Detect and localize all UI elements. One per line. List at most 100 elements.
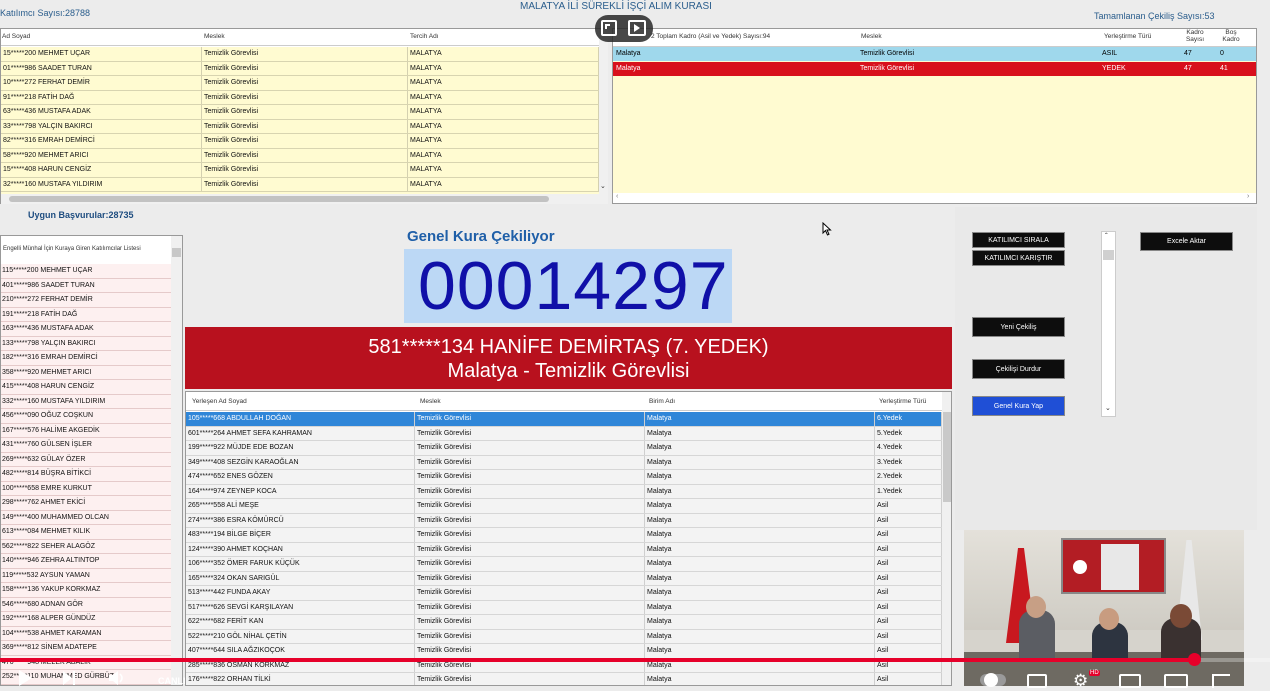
sort-participants-button[interactable]: KATILIMCI SIRALA [972,232,1065,248]
volume-icon[interactable] [108,670,126,686]
col-header-empty-quota[interactable]: Boş Kadro [1220,29,1242,43]
list-item[interactable]: 140*****946 ZEHRA ALTINTOP [1,554,171,569]
col-header-placement-type[interactable]: Yerleştirme Türü [1104,33,1151,40]
list-item[interactable]: 431*****760 GÜLSEN İŞLER [1,438,171,453]
list-item[interactable]: 115*****200 MEHMET UÇAR [1,264,171,279]
participant-row[interactable]: 91*****218 FATİH DAĞ Temizlik Görevlisi MA… [1,90,599,105]
general-draw-button[interactable]: Genel Kura Yap [972,396,1065,416]
list-item[interactable]: 210*****272 FERHAT DEMİR [1,293,171,308]
export-excel-button[interactable]: Excele Aktar [1140,232,1233,251]
list-item[interactable]: 167*****576 HALİME AKGEDİK [1,424,171,438]
table-row[interactable]: 164*****974 ZEYNEP KOCA Temizlik Görevlis… [186,484,942,499]
participant-row[interactable]: 15*****200 MEHMET UÇAR Temizlik Görevlisi… [1,47,599,62]
col-header-profession[interactable]: Meslek [861,33,882,40]
participant-profession: Temizlik Görevlisi [202,90,408,104]
eligible-list-panel[interactable]: Engelli Münhal İçin Kuraya Giren Katılım… [0,235,183,686]
new-draw-button[interactable]: Yeni Çekiliş [972,317,1065,337]
chevron-down-icon[interactable]: ⌄ [1105,404,1111,412]
autoplay-icon[interactable] [628,20,646,36]
control-scroll-list[interactable]: ˆ ⌄ [1101,231,1116,417]
participant-row[interactable]: 58*****920 MEHMET ARICI Temizlik Görevlis… [1,148,599,163]
quota-row-asil[interactable]: Malatya Temizlik Görevlisi ASIL 47 0 [613,47,1256,61]
shuffle-participants-button[interactable]: KATILIMCI KARIŞTIR [972,250,1065,266]
col-header-placement-type[interactable]: Yerleştirme Türü [879,398,926,405]
col-header-preference[interactable]: Tercih Adı [410,33,439,40]
table-row[interactable]: 165*****324 OKAN SARIGÜL Temizlik Görevli… [186,571,942,586]
list-item[interactable]: 104*****538 AHMET KARAMAN [1,627,171,641]
live-camera-video[interactable] [964,530,1244,686]
table-row[interactable]: 274*****386 ESRA KÖMÜRCÜ Temizlik Görevli… [186,513,942,528]
list-item[interactable]: 298*****762 AHMET EKİCİ [1,496,171,511]
col-header-profession[interactable]: Meslek [420,398,441,405]
live-badge[interactable]: CANLI [158,676,186,686]
vertical-scrollbar[interactable]: ⌄ [599,29,608,204]
list-item[interactable]: 182*****316 EMRAH DEMİRCİ [1,351,171,366]
table-row[interactable]: 265*****558 ALİ MEŞE Temizlik Görevlisi Ma… [186,499,942,514]
placed-unit: Malatya [645,441,875,455]
list-item[interactable]: 133*****798 YALÇIN BAKIRCI [1,337,171,351]
table-row[interactable]: 517*****626 SEVGİ KARŞILAYAN Temizlik Gör… [186,600,942,615]
participant-row[interactable]: 01*****986 SAADET TURAN Temizlik Görevlis… [1,61,599,76]
table-row[interactable]: 105*****668 ABDULLAH DOĞAN Temizlik Görev… [186,412,942,427]
player-progress-track[interactable] [0,653,1270,666]
chevron-down-icon[interactable]: ⌄ [600,182,606,190]
list-item[interactable]: 369*****812 SİNEM ADATEPE [1,641,171,656]
list-item[interactable]: 358*****920 MEHMET ARICI [1,366,171,380]
table-row[interactable]: 601*****264 AHMET SEFA KAHRAMAN Temizlik … [186,426,942,441]
participant-row[interactable]: 82*****316 EMRAH DEMİRCİ Temizlik Görevli… [1,134,599,149]
horizontal-scrollbar[interactable] [1,194,599,204]
participant-row[interactable]: 15*****408 HARUN CENGİZ Temizlik Görevlis… [1,163,599,178]
autoplay-toggle[interactable] [980,673,1006,687]
list-item[interactable]: 613*****084 MEHMET KILIK [1,525,171,540]
quota-table[interactable]: 2 Toplam Kadro (Asil ve Yedek) Sayısı:94… [612,28,1257,204]
list-item[interactable]: 100*****658 EMRE KURKUT [1,482,171,496]
list-item[interactable]: 191*****218 FATİH DAĞ [1,308,171,322]
col-header-name[interactable]: Ad Soyad [2,33,30,40]
list-item[interactable]: 415*****408 HARUN CENGİZ [1,380,171,395]
list-item[interactable]: 482*****814 BÜŞRA BİTİKCİ [1,467,171,482]
quota-row-yedek[interactable]: Malatya Temizlik Görevlisi YEDEK 47 41 [613,62,1256,76]
participant-row[interactable]: 63*****436 MUSTAFA ADAK Temizlik Görevlis… [1,105,599,120]
exit-fullscreen-icon[interactable] [601,20,617,36]
table-row[interactable]: 474*****652 ENES GÖZEN Temizlik Görevlisi… [186,470,942,485]
table-row[interactable]: 522*****210 GÖL NİHAL ÇETİN Temizlik Göre… [186,629,942,644]
list-item[interactable]: 269*****632 GÜLAY ÖZER [1,453,171,467]
list-item[interactable]: 192*****168 ALPER GÜNDÜZ [1,612,171,627]
col-header-placed-name[interactable]: Yerleşen Ad Soyad [192,398,247,405]
horizontal-scrollbar[interactable]: ‹ › [613,193,1256,203]
participants-table[interactable]: Ad Soyad Meslek Tercih Adı 15*****200 ME… [0,28,608,204]
table-row[interactable]: 407*****644 SILA AĞZIKOÇOK Temizlik Görev… [186,644,942,659]
settings-icon[interactable]: ⚙ [1073,671,1088,691]
table-row[interactable]: 199*****922 MÜJDE EDE BOZAN Temizlik Göre… [186,441,942,456]
list-item[interactable]: 562*****822 SEHER ALAGÖZ [1,540,171,554]
next-icon[interactable] [62,670,76,686]
col-header-unit[interactable]: Birim Adı [649,398,675,405]
table-row[interactable]: 176*****822 ORHAN TİLKİ Temizlik Görevlis… [186,673,942,685]
stop-draw-button[interactable]: Çekilişi Durdur [972,359,1065,379]
vertical-scrollbar[interactable] [171,236,182,685]
list-item[interactable]: 332*****160 MUSTAFA YILDIRIM [1,395,171,409]
table-row[interactable]: 106*****352 ÖMER FARUK KÜÇÜK Temizlik Gör… [186,557,942,572]
list-item[interactable]: 546*****680 ADNAN GÖR [1,598,171,612]
chevron-up-icon[interactable]: ˆ [1105,232,1108,241]
participant-row[interactable]: 32*****160 MUSTAFA YILDIRIM Temizlik Göre… [1,177,599,192]
table-row[interactable]: 622*****682 FERİT KAN Temizlik Görevlisi M… [186,615,942,630]
list-item[interactable]: 456*****090 OĞUZ COŞKUN [1,409,171,424]
placed-table[interactable]: Yerleşen Ad Soyad Meslek Birim Adı Yerle… [185,391,952,686]
list-item[interactable]: 163*****436 MUSTAFA ADAK [1,322,171,337]
vertical-scrollbar[interactable] [942,392,951,685]
table-row[interactable]: 124*****390 AHMET KOÇHAN Temizlik Görevli… [186,542,942,557]
table-row[interactable]: 513*****442 FUNDA AKAY Temizlik Görevlisi… [186,586,942,601]
list-item[interactable]: 401*****986 SAADET TURAN [1,279,171,293]
table-row[interactable]: 349*****408 SEZGİN KARAOĞLAN Temizlik Gör… [186,455,942,470]
list-item[interactable]: 119*****532 AYSUN YAMAN [1,569,171,583]
table-row[interactable]: 483*****194 BİLGE BİÇER Temizlik Görevlis… [186,528,942,543]
col-header-quota-count[interactable]: Kadro Sayısı [1184,29,1206,43]
play-icon[interactable] [18,670,32,686]
participant-row[interactable]: 33*****798 YALÇIN BAKIRCI Temizlik Görevl… [1,119,599,134]
list-item[interactable]: 158*****136 YAKUP KORKMAZ [1,583,171,598]
col-header-total-quota[interactable]: 2 Toplam Kadro (Asil ve Yedek) Sayısı:94 [651,33,770,40]
participant-row[interactable]: 10*****272 FERHAT DEMİR Temizlik Görevlis… [1,76,599,91]
list-item[interactable]: 149*****400 MUHAMMED OLCAN [1,511,171,525]
col-header-profession[interactable]: Meslek [204,33,225,40]
